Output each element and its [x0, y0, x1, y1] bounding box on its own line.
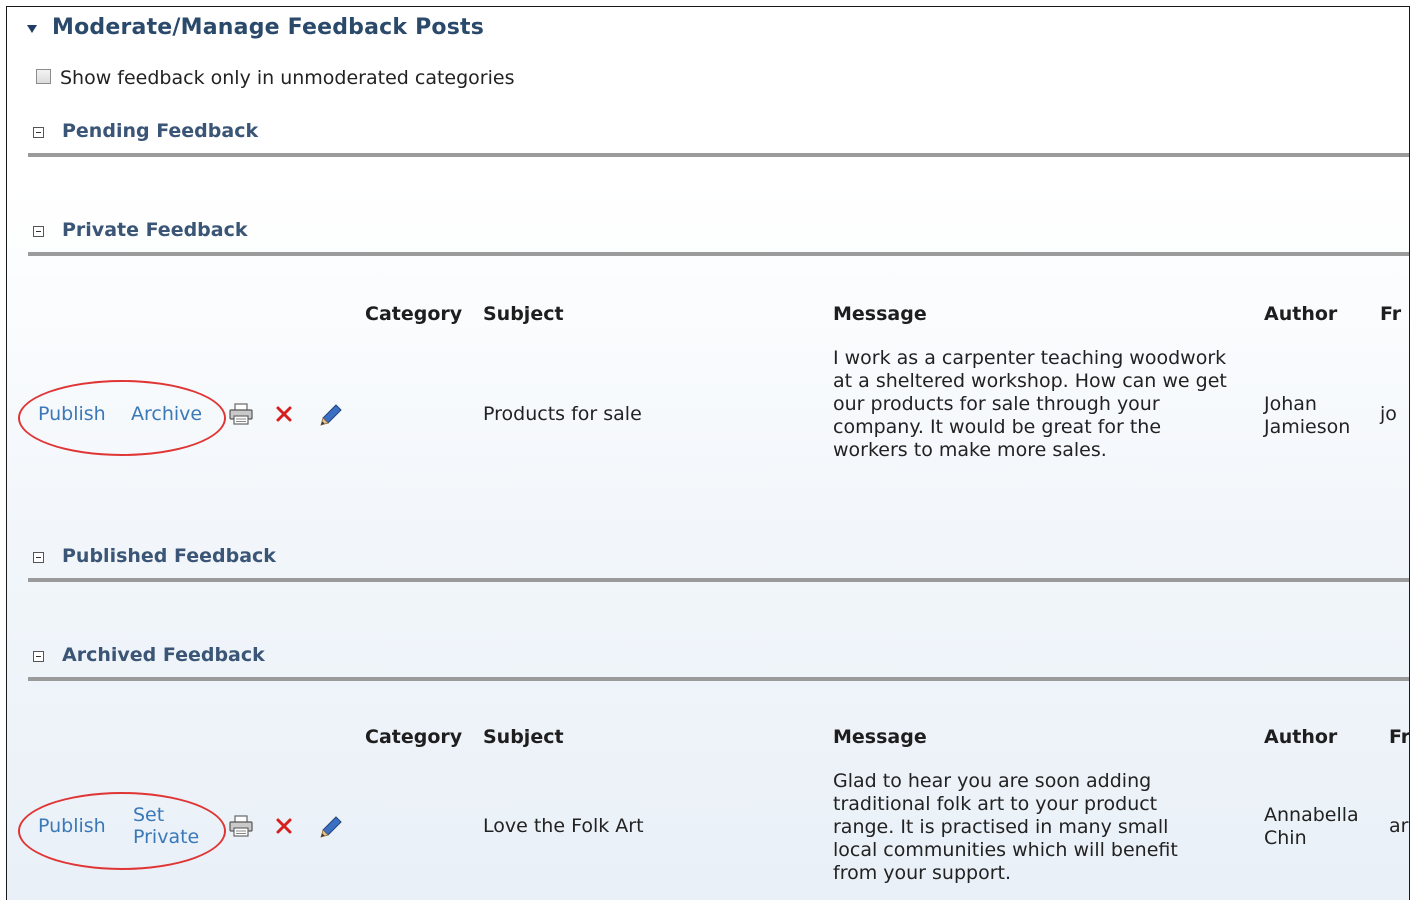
row-subject: Products for sale: [483, 403, 642, 425]
section-divider: [28, 252, 1409, 256]
row-message: I work as a carpenter teaching woodwork …: [833, 347, 1227, 461]
section-divider: [28, 578, 1409, 582]
collapse-triangle-icon[interactable]: [27, 25, 37, 33]
section-pending-title: Pending Feedback: [62, 120, 259, 142]
column-header-category: Category: [365, 726, 463, 748]
column-header-from: Fr: [1389, 726, 1410, 748]
print-icon[interactable]: [228, 402, 254, 426]
feedback-panel: Moderate/Manage Feedback Posts Show feed…: [6, 6, 1410, 900]
row-subject: Love the Folk Art: [483, 815, 644, 837]
column-header-author: Author: [1264, 303, 1338, 325]
print-icon[interactable]: [228, 814, 254, 838]
collapse-published-icon[interactable]: [33, 552, 44, 563]
column-header-from: Fr: [1380, 303, 1402, 325]
row-from: jo: [1380, 403, 1397, 425]
archive-link[interactable]: Archive: [131, 403, 202, 425]
section-divider: [28, 153, 1409, 157]
row-author: Annabella Chin: [1264, 804, 1359, 849]
section-private-title: Private Feedback: [62, 219, 248, 241]
edit-pencil-icon[interactable]: [319, 403, 343, 427]
delete-icon[interactable]: [275, 817, 293, 835]
row-message: Glad to hear you are soon adding traditi…: [833, 770, 1178, 884]
column-header-category: Category: [365, 303, 463, 325]
section-archived-title: Archived Feedback: [62, 644, 265, 666]
unmoderated-filter-label: Show feedback only in unmoderated catego…: [60, 67, 515, 89]
row-author: Johan Jamieson: [1264, 393, 1351, 438]
unmoderated-filter-checkbox[interactable]: [36, 69, 51, 84]
collapse-pending-icon[interactable]: [33, 127, 44, 138]
section-divider: [28, 677, 1409, 681]
section-published-title: Published Feedback: [62, 545, 276, 567]
column-header-subject: Subject: [483, 726, 564, 748]
collapse-private-icon[interactable]: [33, 226, 44, 237]
edit-pencil-icon[interactable]: [319, 815, 343, 839]
publish-link[interactable]: Publish: [38, 403, 106, 425]
set-private-link[interactable]: Set Private: [133, 804, 213, 848]
column-header-message: Message: [833, 303, 927, 325]
column-header-subject: Subject: [483, 303, 564, 325]
collapse-archived-icon[interactable]: [33, 651, 44, 662]
page-title: Moderate/Manage Feedback Posts: [52, 15, 485, 40]
publish-link[interactable]: Publish: [38, 815, 106, 837]
column-header-author: Author: [1264, 726, 1338, 748]
delete-icon[interactable]: [275, 405, 293, 423]
row-from: ar: [1389, 815, 1409, 837]
column-header-message: Message: [833, 726, 927, 748]
